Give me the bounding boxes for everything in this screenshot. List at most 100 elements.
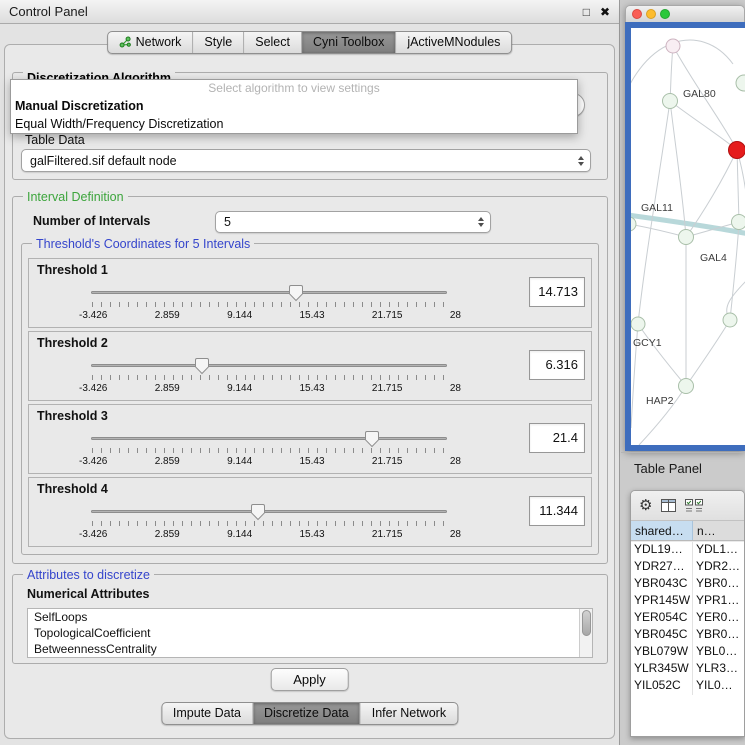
axis-tick-label: 9.144 xyxy=(227,310,252,321)
network-node-label: HAP2 xyxy=(646,395,674,407)
slider-thumb[interactable] xyxy=(364,430,380,448)
attributes-scrollbar[interactable] xyxy=(579,609,592,657)
network-edge[interactable] xyxy=(631,40,733,118)
scrollbar-thumb[interactable] xyxy=(582,610,591,636)
float-window-icon[interactable]: □ xyxy=(583,5,590,19)
tab-discretize-data[interactable]: Discretize Data xyxy=(252,703,360,724)
axis-tick-label: 15.43 xyxy=(300,456,325,467)
tab-label: Discretize Data xyxy=(264,706,349,720)
tab-style[interactable]: Style xyxy=(192,32,243,53)
network-icon xyxy=(119,36,131,48)
network-node-gcy1[interactable] xyxy=(631,317,645,331)
algorithm-option-equal-width-frequency-discretization[interactable]: Equal Width/Frequency Discretization xyxy=(11,115,577,133)
slider-scale: -3.4262.8599.14415.4321.71528 xyxy=(79,383,461,394)
attribute-item-selfloops[interactable]: SelfLoops xyxy=(28,609,592,625)
slider-thumb[interactable] xyxy=(250,503,266,521)
cell-shared-name: YDL19… xyxy=(631,542,693,559)
network-view-window: GAL80GAL11GAL4GCY1HAP2 xyxy=(625,5,745,451)
slider-track[interactable] xyxy=(91,291,447,294)
axis-tick-label: 2.859 xyxy=(155,529,180,540)
network-node[interactable] xyxy=(723,313,737,327)
column-header-shared-name[interactable]: shared… xyxy=(631,521,693,540)
cell-shared-name: YBR043C xyxy=(631,576,693,593)
network-canvas[interactable]: GAL80GAL11GAL4GCY1HAP2 xyxy=(631,28,745,445)
zoom-traffic-light-icon[interactable] xyxy=(660,9,670,19)
network-edge[interactable] xyxy=(670,46,673,101)
slider-track[interactable] xyxy=(91,510,447,513)
slider-thumb[interactable] xyxy=(288,284,304,302)
combo-stepper-icon xyxy=(578,156,584,166)
number-of-intervals-combo[interactable]: 5 xyxy=(215,211,491,233)
threshold-panel-threshold-3: Threshold 3-3.4262.8599.14415.4321.71528… xyxy=(28,404,592,474)
network-node[interactable] xyxy=(736,75,745,91)
threshold-value-field[interactable]: 21.4 xyxy=(529,423,585,453)
slider-scale: -3.4262.8599.14415.4321.71528 xyxy=(79,529,461,540)
table-row[interactable]: YIL052CYIL0… xyxy=(631,678,744,695)
slider-ticks xyxy=(92,375,447,380)
axis-tick-label: 28 xyxy=(450,383,461,394)
screen: Control Panel □ ✖ NetworkStyleSelectCyni… xyxy=(0,0,745,745)
threshold-value-field[interactable]: 14.713 xyxy=(529,277,585,307)
axis-tick-label: 9.144 xyxy=(227,529,252,540)
slider-thumb[interactable] xyxy=(194,357,210,375)
table-data-combo[interactable]: galFiltered.sif default node xyxy=(21,149,591,172)
network-node-gal80[interactable] xyxy=(663,94,678,109)
tab-jactivemnodules[interactable]: jActiveMNodules xyxy=(395,32,511,53)
cell-name: YBL0… xyxy=(693,644,744,661)
attribute-item-betweennesscentrality[interactable]: BetweennessCentrality xyxy=(28,641,592,657)
slider-track[interactable] xyxy=(91,364,447,367)
network-edge[interactable] xyxy=(670,101,737,150)
apply-button[interactable]: Apply xyxy=(270,668,349,691)
attribute-item-topologicalcoefficient[interactable]: TopologicalCoefficient xyxy=(28,625,592,641)
algorithm-option-manual-discretization[interactable]: Manual Discretization xyxy=(11,97,577,115)
tab-label: Style xyxy=(204,35,232,49)
threshold-value-field[interactable]: 6.316 xyxy=(529,350,585,380)
network-node[interactable] xyxy=(666,39,680,53)
columns-icon[interactable] xyxy=(661,499,676,512)
settings-gear-icon[interactable]: ⚙ xyxy=(639,498,652,513)
network-edge[interactable] xyxy=(686,320,730,386)
network-node[interactable] xyxy=(729,142,745,159)
minimize-traffic-light-icon[interactable] xyxy=(646,9,656,19)
network-edge[interactable] xyxy=(730,222,739,320)
table-header: shared… n… xyxy=(631,521,744,541)
slider-scale: -3.4262.8599.14415.4321.71528 xyxy=(79,310,461,321)
control-panel-window: Control Panel □ ✖ NetworkStyleSelectCyni… xyxy=(0,0,620,745)
threshold-label: Threshold 3 xyxy=(37,409,108,423)
column-header-name[interactable]: n… xyxy=(693,521,744,540)
table-row[interactable]: YBR045CYBR0… xyxy=(631,627,744,644)
close-window-icon[interactable]: ✖ xyxy=(600,5,610,19)
network-node[interactable] xyxy=(732,215,745,230)
table-row[interactable]: YBR043CYBR0… xyxy=(631,576,744,593)
tab-select[interactable]: Select xyxy=(243,32,301,53)
table-row[interactable]: YDR27…YDR2… xyxy=(631,559,744,576)
close-traffic-light-icon[interactable] xyxy=(632,9,642,19)
select-columns-icon[interactable] xyxy=(685,499,703,512)
tab-impute-data[interactable]: Impute Data xyxy=(162,703,252,724)
threshold-value-field[interactable]: 11.344 xyxy=(529,496,585,526)
network-node-gal11[interactable] xyxy=(631,217,636,231)
network-edge[interactable] xyxy=(638,324,686,386)
axis-tick-label: 21.715 xyxy=(372,383,403,394)
table-row[interactable]: YBL079WYBL0… xyxy=(631,644,744,661)
network-edge[interactable] xyxy=(631,224,686,237)
combo-stepper-icon xyxy=(478,217,484,227)
axis-tick-label: 28 xyxy=(450,529,461,540)
table-row[interactable]: YDL19…YDL1… xyxy=(631,542,744,559)
network-node-hap2[interactable] xyxy=(679,379,694,394)
network-node-gal4[interactable] xyxy=(679,230,694,245)
table-row[interactable]: YLR345WYLR3… xyxy=(631,661,744,678)
tab-cyni-toolbox[interactable]: Cyni Toolbox xyxy=(301,32,395,53)
cell-name: YDL1… xyxy=(693,542,744,559)
slider-track[interactable] xyxy=(91,437,447,440)
tab-network[interactable]: Network xyxy=(108,32,193,53)
network-edge[interactable] xyxy=(737,150,739,222)
table-row[interactable]: YER054CYER0… xyxy=(631,610,744,627)
tab-infer-network[interactable]: Infer Network xyxy=(360,703,457,724)
table-panel-window: ⚙ shared… n… YDL19…YDL1…YDR27…YDR2…YBR04… xyxy=(630,490,745,737)
network-edge[interactable] xyxy=(670,101,686,237)
table-data-value: galFiltered.sif default node xyxy=(30,154,177,168)
table-row[interactable]: YPR145WYPR1… xyxy=(631,593,744,610)
threshold-slider: -3.4262.8599.14415.4321.71528 xyxy=(91,504,447,544)
window-buttons: □ ✖ xyxy=(583,5,610,19)
